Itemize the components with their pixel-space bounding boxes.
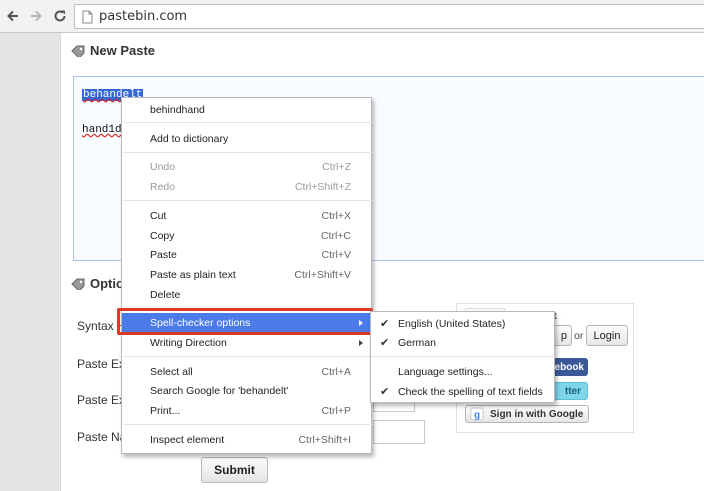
reload-icon bbox=[54, 10, 66, 22]
submenu-item-german[interactable]: ✔ German bbox=[371, 333, 554, 352]
submit-button[interactable]: Submit bbox=[201, 457, 268, 483]
menu-item-select-all[interactable]: Select all Ctrl+A bbox=[122, 362, 371, 381]
svg-text:g: g bbox=[474, 410, 480, 421]
menu-item-undo[interactable]: Undo Ctrl+Z bbox=[122, 157, 371, 176]
back-arrow-icon bbox=[7, 10, 18, 22]
reload-button[interactable] bbox=[49, 5, 71, 27]
spell-checker-submenu: ✔ English (United States) ✔ German Languag… bbox=[370, 311, 555, 403]
new-paste-title: New Paste bbox=[90, 43, 156, 58]
paste-name-input[interactable] bbox=[373, 420, 425, 444]
menu-separator bbox=[123, 356, 372, 357]
forward-arrow-icon bbox=[31, 10, 42, 22]
paste-line-2: hand1d bbox=[82, 124, 122, 136]
submenu-item-language-settings[interactable]: Language settings... bbox=[371, 362, 554, 381]
browser-toolbar: pastebin.com bbox=[0, 0, 704, 33]
page-icon bbox=[82, 10, 93, 24]
new-paste-heading: New Paste bbox=[71, 43, 155, 58]
tag-icon bbox=[71, 45, 85, 57]
menu-separator bbox=[372, 356, 555, 357]
menu-separator bbox=[123, 152, 372, 153]
menu-item-search-google[interactable]: Search Google for 'behandelt' bbox=[122, 381, 371, 400]
menu-item-print[interactable]: Print... Ctrl+P bbox=[122, 401, 371, 420]
menu-item-inspect-element[interactable]: Inspect element Ctrl+Shift+I bbox=[122, 430, 371, 449]
menu-item-paste-plain[interactable]: Paste as plain text Ctrl+Shift+V bbox=[122, 265, 371, 284]
checkmark-icon: ✔ bbox=[380, 386, 390, 398]
menu-item-add-to-dictionary[interactable]: Add to dictionary bbox=[122, 129, 371, 148]
paste-name-label: Paste Na bbox=[77, 430, 127, 444]
options-title: Optio bbox=[90, 276, 124, 291]
google-signin-button[interactable]: g Sign in with Google bbox=[465, 405, 589, 423]
tag-icon bbox=[71, 278, 85, 290]
submenu-item-check-spelling[interactable]: ✔ Check the spelling of text fields bbox=[371, 382, 554, 401]
signup-label: p bbox=[560, 329, 567, 342]
menu-separator bbox=[123, 200, 372, 201]
menu-item-delete[interactable]: Delete bbox=[122, 285, 371, 304]
checkmark-icon: ✔ bbox=[380, 318, 390, 330]
address-bar[interactable]: pastebin.com bbox=[74, 4, 704, 29]
google-icon: g bbox=[470, 407, 484, 421]
menu-separator bbox=[123, 122, 372, 123]
checkmark-icon: ✔ bbox=[380, 337, 390, 349]
menu-separator bbox=[123, 424, 372, 425]
menu-item-cut[interactable]: Cut Ctrl+X bbox=[122, 206, 371, 225]
submenu-arrow-icon bbox=[359, 339, 363, 346]
or-text: or bbox=[574, 330, 584, 342]
twitter-label: tter bbox=[564, 385, 581, 397]
back-button[interactable] bbox=[2, 5, 24, 27]
login-label: Login bbox=[593, 329, 621, 342]
misspelled-word: hand1d bbox=[82, 124, 122, 136]
menu-item-writing-direction[interactable]: Writing Direction bbox=[122, 333, 371, 352]
menu-item-suggestion[interactable]: behindhand bbox=[122, 100, 371, 119]
menu-item-paste[interactable]: Paste Ctrl+V bbox=[122, 245, 371, 264]
facebook-label: ebook bbox=[554, 361, 584, 373]
forward-button[interactable] bbox=[25, 5, 47, 27]
menu-item-copy[interactable]: Copy Ctrl+C bbox=[122, 226, 371, 245]
login-button[interactable]: Login bbox=[586, 325, 628, 346]
annotation-highlight-box bbox=[117, 308, 373, 335]
menu-item-redo[interactable]: Redo Ctrl+Shift+Z bbox=[122, 177, 371, 196]
submenu-item-english-us[interactable]: ✔ English (United States) bbox=[371, 314, 554, 333]
url-text: pastebin.com bbox=[99, 9, 188, 24]
context-menu: behindhand Add to dictionary Undo Ctrl+Z … bbox=[121, 97, 372, 454]
options-heading: Optio bbox=[71, 276, 124, 291]
google-label: Sign in with Google bbox=[490, 408, 584, 420]
